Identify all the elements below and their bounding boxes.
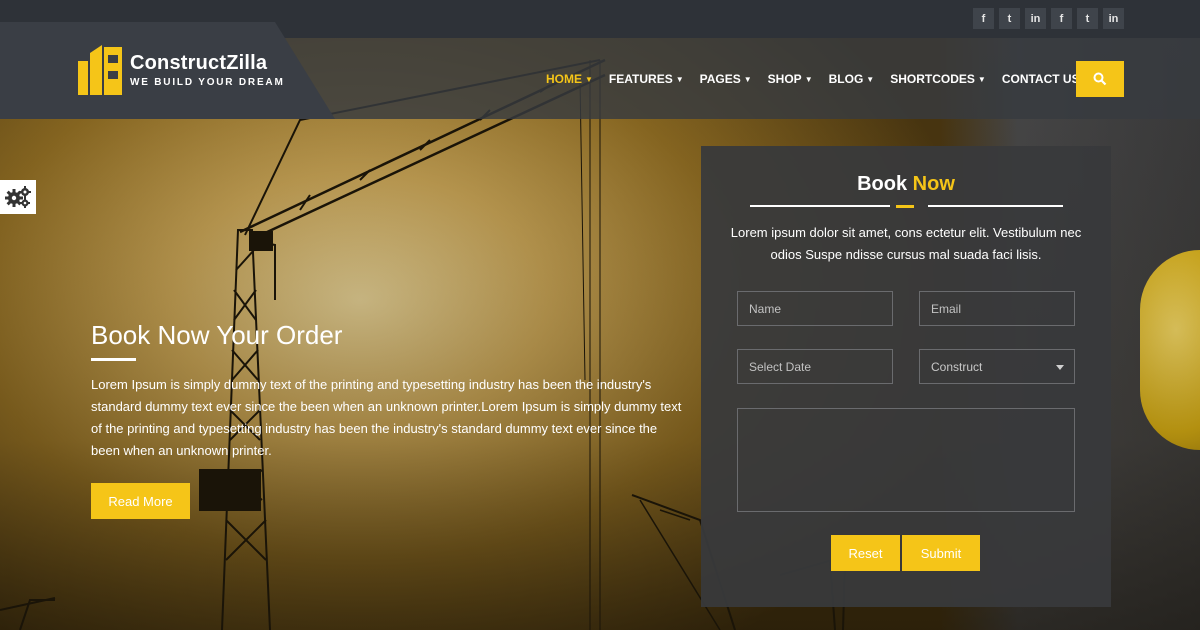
chevron-down-icon: ▼ xyxy=(743,74,752,84)
construct-select[interactable]: Construct xyxy=(919,349,1075,384)
booking-form-panel: Book Now Lorem ipsum dolor sit amet, con… xyxy=(701,146,1111,607)
building-logo-icon xyxy=(78,45,122,95)
facebook-icon[interactable]: f xyxy=(1051,8,1072,29)
nav-label: PAGES xyxy=(699,72,741,86)
nav-label: FEATURES xyxy=(608,72,673,86)
twitter-icon[interactable]: t xyxy=(999,8,1020,29)
chevron-down-icon: ▼ xyxy=(585,74,593,84)
hero-title-underline xyxy=(91,358,136,361)
title-divider-accent xyxy=(896,205,914,208)
title-divider-right xyxy=(928,205,1063,207)
message-textarea[interactable] xyxy=(737,408,1075,512)
twitter-icon[interactable]: t xyxy=(1077,8,1098,29)
booking-title-part1: Book xyxy=(857,173,908,195)
hero-title: Book Now Your Order xyxy=(91,320,343,350)
nav-label: BLOG xyxy=(828,72,864,86)
chevron-down-icon: ▼ xyxy=(866,74,875,84)
search-button[interactable] xyxy=(1076,61,1124,97)
hero-description: Lorem Ipsum is simply dummy text of the … xyxy=(91,377,682,458)
linkedin-icon[interactable]: in xyxy=(1025,8,1046,29)
gear-icon xyxy=(5,186,31,208)
email-field[interactable] xyxy=(919,291,1075,326)
nav-label: SHORTCODES xyxy=(890,72,975,86)
linkedin-icon[interactable]: in xyxy=(1103,8,1124,29)
reset-button[interactable]: Reset xyxy=(831,535,900,571)
caret-down-icon xyxy=(1056,365,1064,370)
social-links: f t in f t in xyxy=(973,8,1124,29)
settings-toggle[interactable] xyxy=(0,180,36,214)
nav-pages[interactable]: PAGES ▼ xyxy=(700,72,752,86)
booking-description: Lorem ipsum dolor sit amet, cons ectetur… xyxy=(730,225,1082,262)
booking-title: Book Now xyxy=(701,173,1111,196)
nav-shop[interactable]: SHOP ▼ xyxy=(768,72,813,86)
nav-label: CONTACT US xyxy=(1001,72,1080,86)
facebook-icon[interactable]: f xyxy=(973,8,994,29)
nav-features[interactable]: FEATURES ▼ xyxy=(609,72,684,86)
brand-name: ConstructZilla xyxy=(130,52,268,74)
search-icon xyxy=(1093,72,1107,86)
chevron-down-icon: ▼ xyxy=(977,74,986,84)
name-field[interactable] xyxy=(737,291,893,326)
nav-label: SHOP xyxy=(767,72,802,86)
date-field[interactable] xyxy=(737,349,893,384)
booking-title-part2: Now xyxy=(912,173,955,195)
submit-button[interactable]: Submit xyxy=(902,535,980,571)
nav-home[interactable]: HOME ▼ xyxy=(546,72,593,86)
read-more-button[interactable]: Read More xyxy=(91,483,190,519)
brand-tagline: WE BUILD YOUR DREAM xyxy=(130,77,285,88)
title-divider-left xyxy=(750,205,890,207)
nav-blog[interactable]: BLOG ▼ xyxy=(829,72,875,86)
nav-label: HOME xyxy=(546,72,582,86)
site-logo[interactable]: ConstructZilla WE BUILD YOUR DREAM xyxy=(78,45,285,95)
nav-shortcodes[interactable]: SHORTCODES ▼ xyxy=(890,72,986,86)
construct-select-value: Construct xyxy=(931,359,983,374)
chevron-down-icon: ▼ xyxy=(675,74,684,84)
main-nav: HOME ▼ FEATURES ▼ PAGES ▼ SHOP ▼ BLOG ▼ SHORT… xyxy=(546,72,1091,86)
chevron-down-icon: ▼ xyxy=(804,74,813,84)
